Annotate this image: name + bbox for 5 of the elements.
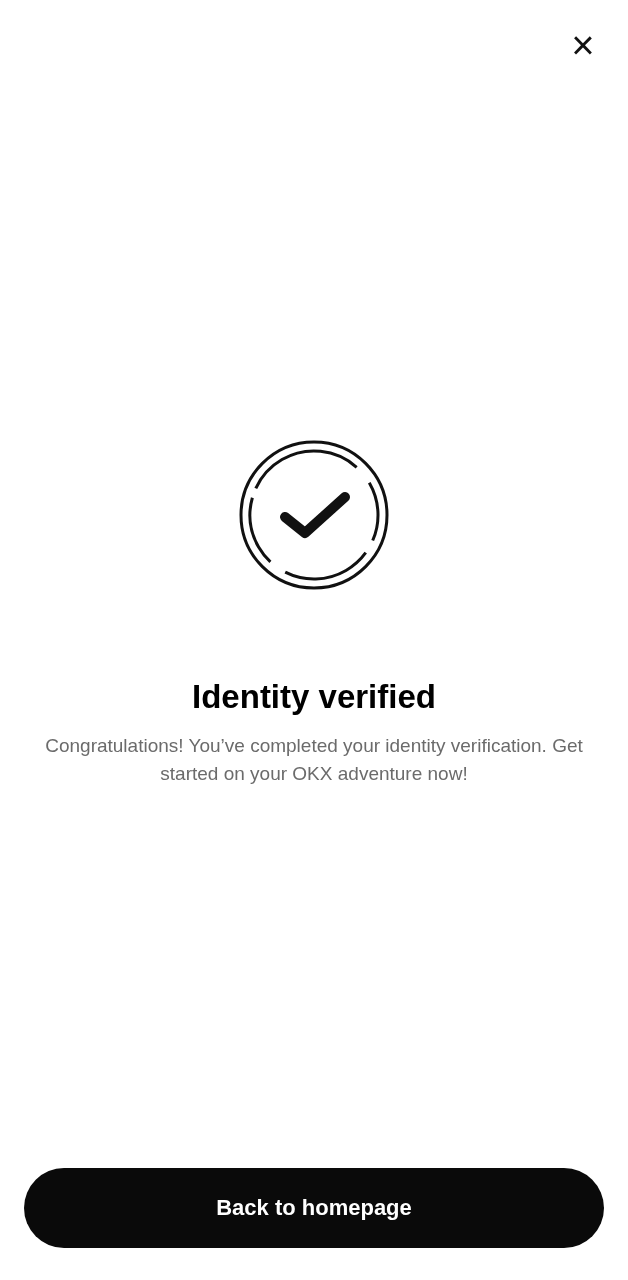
status-title: Identity verified: [192, 678, 436, 716]
back-to-homepage-button[interactable]: Back to homepage: [24, 1168, 604, 1248]
close-button[interactable]: ×: [566, 28, 600, 62]
check-badge-icon: [239, 440, 389, 590]
status-message: Congratulations! You’ve completed your identity verification. Get started on your OKX adventure now!: [44, 734, 584, 786]
